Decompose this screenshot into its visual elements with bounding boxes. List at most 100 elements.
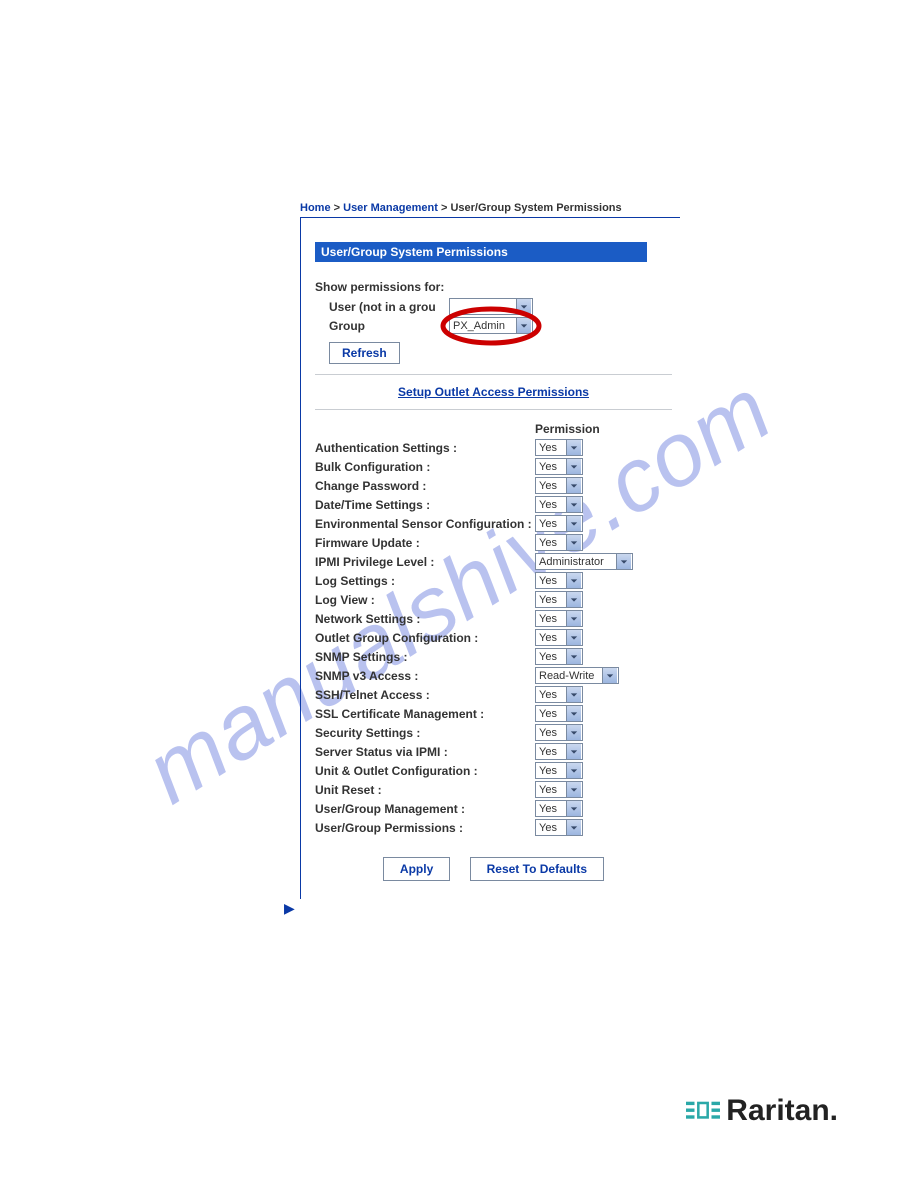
permission-select[interactable]: Yes [535,515,583,532]
permission-select[interactable]: Yes [535,572,583,589]
permission-select-value: Yes [539,784,557,796]
permission-label: IPMI Privilege Level : [315,552,535,571]
permission-select-value: Yes [539,708,557,720]
table-row: SSL Certificate Management : Yes [315,704,672,723]
group-label: Group [315,319,449,333]
chevron-down-icon [602,668,617,683]
permission-select-value: Yes [539,461,557,473]
permission-label: Authentication Settings : [315,438,535,457]
reset-to-defaults-button[interactable]: Reset To Defaults [470,857,604,881]
permission-select[interactable]: Yes [535,781,583,798]
brand-mark-icon [686,1100,720,1122]
chevron-down-icon [566,763,581,778]
setup-outlet-access-link[interactable]: Setup Outlet Access Permissions [398,385,589,399]
table-row: Unit Reset : Yes [315,780,672,799]
table-row: SNMP v3 Access :Read-Write [315,666,672,685]
chevron-down-icon [566,630,581,645]
permission-select-value: Yes [539,632,557,644]
permissions-table: Permission Authentication Settings :YesB… [315,420,672,837]
chevron-down-icon [566,573,581,588]
chevron-down-icon [566,611,581,626]
chevron-down-icon [566,516,581,531]
group-select[interactable]: PX_Admin [449,317,533,334]
breadcrumb-current: User/Group System Permissions [450,202,621,214]
table-row: Authentication Settings : Yes [315,438,672,457]
permission-label: Change Password : [315,476,535,495]
permission-label: SNMP Settings : [315,647,535,666]
chevron-down-icon [566,687,581,702]
table-row: Date/Time Settings : Yes [315,495,672,514]
permission-label: SSL Certificate Management : [315,704,535,723]
chevron-down-icon [516,299,531,314]
chevron-down-icon [566,459,581,474]
brand-name: Raritan. [726,1094,838,1128]
table-row: Bulk Configuration : Yes [315,457,672,476]
show-permissions-heading: Show permissions for: [315,280,653,294]
permission-select[interactable]: Yes [535,705,583,722]
table-row: Outlet Group Configuration :Yes [315,628,672,647]
permission-select[interactable]: Yes [535,686,583,703]
permission-select[interactable]: Yes [535,762,583,779]
refresh-button[interactable]: Refresh [329,342,400,364]
permission-label: Security Settings : [315,723,535,742]
user-select[interactable] [449,298,533,315]
permission-select[interactable]: Yes [535,648,583,665]
permission-select[interactable]: Yes [535,819,583,836]
permission-label: Network Settings : [315,609,535,628]
permission-select[interactable]: Read-Write [535,667,619,684]
permission-select-value: Yes [539,499,557,511]
table-row: Network Settings :Yes [315,609,672,628]
permission-select[interactable]: Administrator [535,553,633,570]
permission-select[interactable]: Yes [535,534,583,551]
permission-select-value: Yes [539,575,557,587]
permission-select[interactable]: Yes [535,496,583,513]
breadcrumb-user-mgmt[interactable]: User Management [343,202,438,214]
permission-select-value: Yes [539,651,557,663]
permission-select-value: Administrator [539,556,604,568]
apply-button[interactable]: Apply [383,857,450,881]
permission-label: Date/Time Settings : [315,495,535,514]
chevron-down-icon [566,782,581,797]
breadcrumb: Home > User Management > User/Group Syst… [300,200,680,218]
chevron-down-icon [566,497,581,512]
permission-select[interactable]: Yes [535,477,583,494]
permission-label: Unit & Outlet Configuration : [315,761,535,780]
permission-label: Unit Reset : [315,780,535,799]
chevron-down-icon [566,725,581,740]
permission-select-value: Yes [539,518,557,530]
permission-label: SNMP v3 Access : [315,666,535,685]
chevron-down-icon [566,744,581,759]
permission-label: SSH/Telnet Access : [315,685,535,704]
table-row: Security Settings : Yes [315,723,672,742]
permission-select[interactable]: Yes [535,724,583,741]
breadcrumb-sep: > [334,202,340,214]
permission-select[interactable]: Yes [535,439,583,456]
divider [315,409,672,410]
permission-select[interactable]: Yes [535,800,583,817]
table-row: Environmental Sensor Configuration :Yes [315,514,672,533]
permission-select[interactable]: Yes [535,610,583,627]
permission-select[interactable]: Yes [535,743,583,760]
chevron-down-icon [566,535,581,550]
play-icon: ▶ [284,900,295,917]
chevron-down-icon [616,554,631,569]
permission-label: Bulk Configuration : [315,457,535,476]
permission-label: User/Group Permissions : [315,818,535,837]
permission-select[interactable]: Yes [535,629,583,646]
brand-logo: Raritan. [686,1094,838,1128]
permission-label: Log Settings : [315,571,535,590]
table-row: User/Group Permissions :Yes [315,818,672,837]
permission-select-value: Yes [539,727,557,739]
show-permissions-section: Show permissions for: User (not in a gro… [315,280,653,364]
breadcrumb-home[interactable]: Home [300,202,331,214]
permission-select[interactable]: Yes [535,458,583,475]
permission-select-value: Yes [539,442,557,454]
permission-select[interactable]: Yes [535,591,583,608]
permission-select-value: Yes [539,594,557,606]
permission-label: Firmware Update : [315,533,535,552]
permission-select-value: Yes [539,765,557,777]
permission-select-value: Yes [539,689,557,701]
table-row: User/Group Management :Yes [315,799,672,818]
divider [315,374,672,375]
table-row: SNMP Settings : Yes [315,647,672,666]
